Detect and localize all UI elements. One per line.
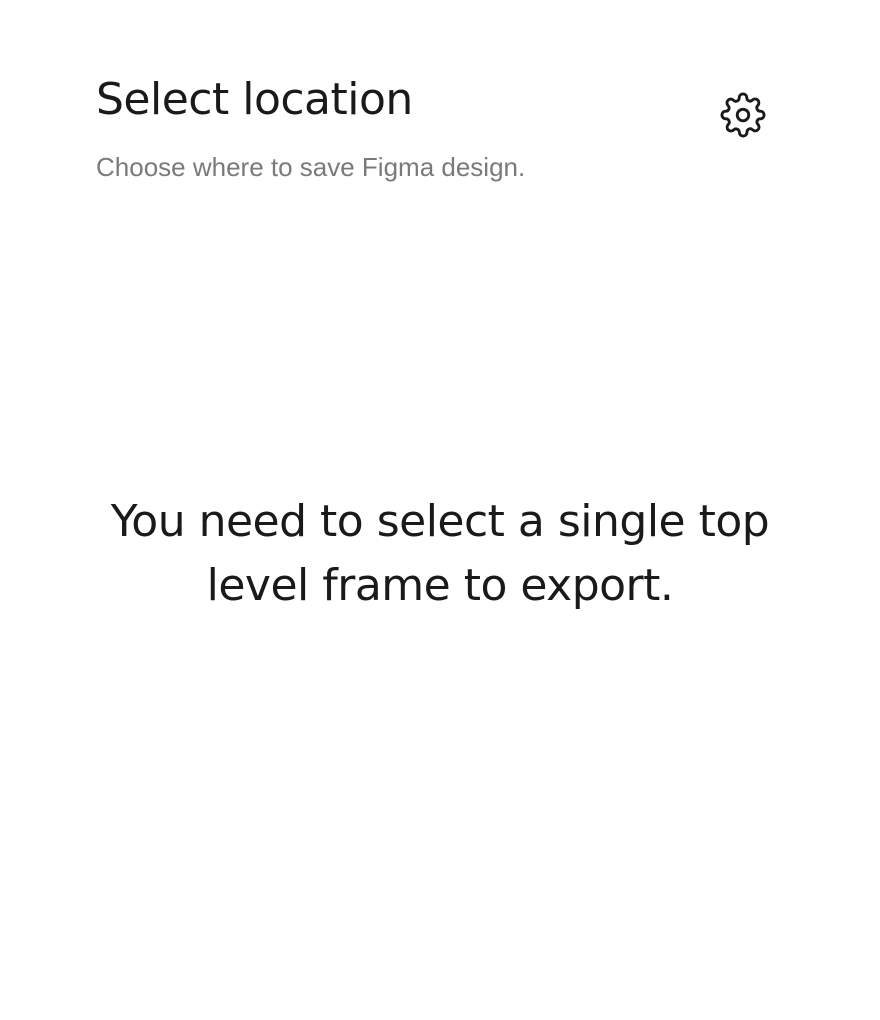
settings-button[interactable] — [708, 80, 778, 150]
page-title: Select location — [96, 74, 413, 125]
empty-state-message: You need to select a single top level fr… — [110, 496, 770, 611]
plugin-panel: Select location Choose where to save Fig… — [0, 0, 880, 1020]
gear-icon — [720, 92, 766, 138]
header: Select location Choose where to save Fig… — [96, 70, 784, 190]
page-subtitle: Choose where to save Figma design. — [96, 152, 526, 182]
